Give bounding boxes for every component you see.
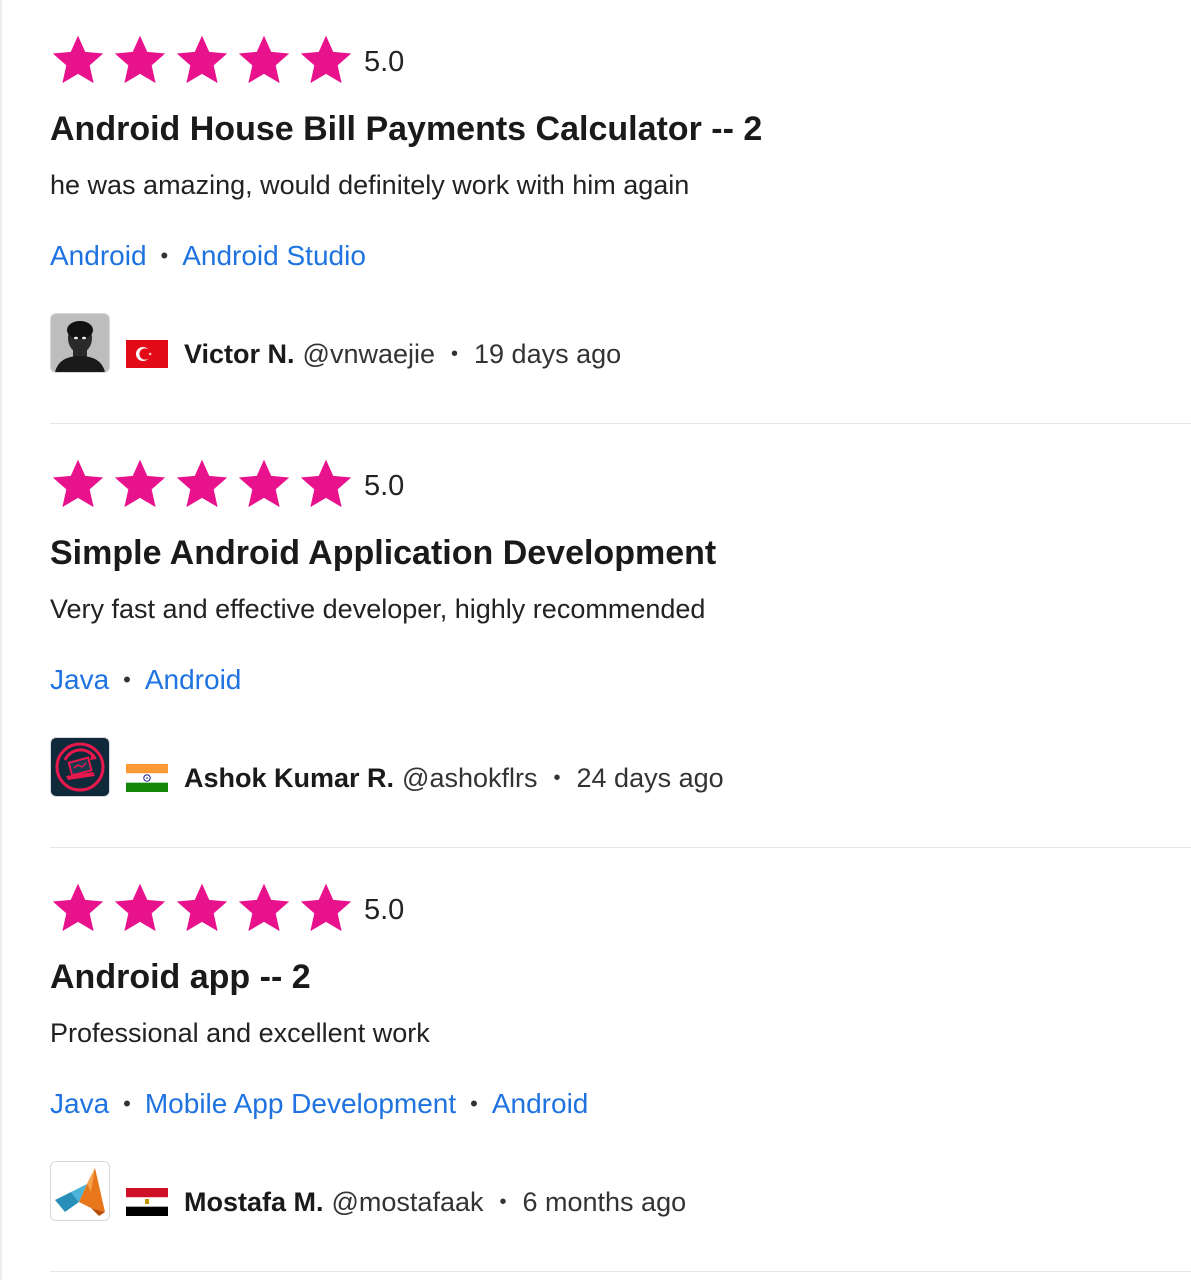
review-item: 5.0 Simple Android Application Developme… <box>50 424 1191 848</box>
rating-value: 5.0 <box>364 45 405 78</box>
rating-row: 5.0 <box>50 882 404 936</box>
star-icon <box>236 34 292 88</box>
reviewer-info: Mostafa M. @mostafaak • 6 months ago <box>50 1160 686 1222</box>
star-rating <box>50 882 360 936</box>
review-item: 5.0 Android House Bill Payments Calculat… <box>50 0 1191 424</box>
matlab-logo-avatar[interactable] <box>50 1161 110 1221</box>
star-icon <box>112 882 168 936</box>
star-icon <box>174 882 230 936</box>
reviewer-name[interactable]: Mostafa M. <box>184 1187 324 1218</box>
review-title: Simple Android Application Development <box>50 534 717 572</box>
star-icon <box>174 34 230 88</box>
skill-link-android-studio[interactable]: Android Studio <box>182 240 366 272</box>
separator-dot: • <box>160 243 169 268</box>
review-title: Android House Bill Payments Calculator -… <box>50 110 763 148</box>
skill-link-mobile-app-development[interactable]: Mobile App Development <box>145 1088 456 1120</box>
skill-link-android[interactable]: Android <box>50 240 147 272</box>
skill-link-android[interactable]: Android <box>145 664 242 696</box>
star-icon <box>298 882 354 936</box>
review-time: 24 days ago <box>576 762 724 793</box>
star-icon <box>298 34 354 88</box>
separator-dot: • <box>123 667 131 692</box>
reviewer-username[interactable]: @mostafaak <box>332 1187 484 1218</box>
rating-row: 5.0 <box>50 458 404 512</box>
review-time: 19 days ago <box>474 338 622 369</box>
reviewer-info: Victor N. @vnwaejie • 19 days ago <box>50 312 621 374</box>
rating-value: 5.0 <box>364 893 405 926</box>
star-icon <box>298 458 354 512</box>
star-icon <box>174 458 230 512</box>
separator-dot: • <box>470 1091 478 1116</box>
page-left-border <box>0 0 2 1280</box>
reviewer-username[interactable]: @vnwaejie <box>303 339 435 370</box>
star-icon <box>236 882 292 936</box>
separator-dot: • <box>553 766 561 789</box>
reviewer-username[interactable]: @ashokflrs <box>402 763 537 794</box>
review-time: 6 months ago <box>522 1186 687 1217</box>
star-rating <box>50 34 360 88</box>
review-comment: he was amazing, would definitely work wi… <box>50 170 690 200</box>
reviewer-name[interactable]: Victor N. <box>184 339 295 370</box>
separator-dot: • <box>451 342 459 365</box>
star-icon <box>112 458 168 512</box>
reviewer-name[interactable]: Ashok Kumar R. <box>184 763 394 794</box>
star-icon <box>236 458 292 512</box>
separator-dot: • <box>123 1091 131 1116</box>
skill-link-java[interactable]: Java <box>50 664 109 696</box>
star-icon <box>50 458 106 512</box>
skill-tags: Android • Android Studio <box>50 240 366 272</box>
review-comment: Very fast and effective developer, highl… <box>50 594 706 624</box>
skill-link-android[interactable]: Android <box>492 1088 589 1120</box>
person-photo-avatar[interactable] <box>50 313 110 373</box>
reviews-list: 5.0 Android House Bill Payments Calculat… <box>50 0 1191 1272</box>
reviewer-info: Ashok Kumar R. @ashokflrs • 24 days ago <box>50 736 724 798</box>
laptop-logo-avatar[interactable] <box>50 737 110 797</box>
review-comment: Professional and excellent work <box>50 1018 430 1048</box>
star-rating <box>50 458 360 512</box>
star-icon <box>50 34 106 88</box>
separator-dot: • <box>499 1190 507 1213</box>
review-title: Android app -- 2 <box>50 958 311 996</box>
star-icon <box>50 882 106 936</box>
star-icon <box>112 34 168 88</box>
turkey-flag-icon <box>126 340 168 368</box>
rating-row: 5.0 <box>50 34 404 88</box>
rating-value: 5.0 <box>364 469 405 502</box>
egypt-flag-icon <box>126 1188 168 1216</box>
india-flag-icon <box>126 764 168 792</box>
skill-tags: Java • Android <box>50 664 241 696</box>
skill-link-java[interactable]: Java <box>50 1088 109 1120</box>
review-item: 5.0 Android app -- 2 Professional and ex… <box>50 848 1191 1272</box>
skill-tags: Java • Mobile App Development • Android <box>50 1088 588 1120</box>
